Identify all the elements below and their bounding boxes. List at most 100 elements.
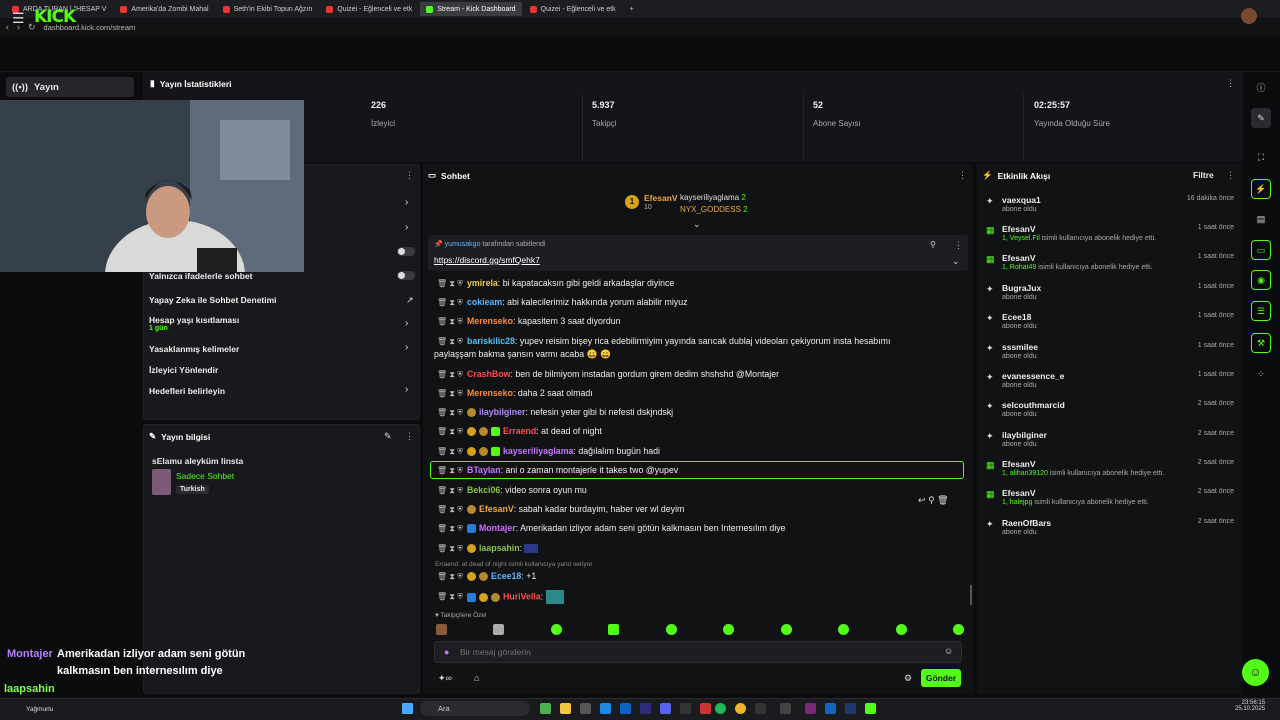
folder-icon[interactable] bbox=[560, 703, 571, 714]
back-icon[interactable]: ‹ bbox=[6, 22, 9, 32]
weather-label[interactable]: Yağmurlu bbox=[26, 706, 53, 713]
mod-icons[interactable]: 🗑 ⧗ ⛨ bbox=[437, 524, 463, 533]
menu-icon[interactable]: ☰ bbox=[12, 10, 25, 27]
mod-icons[interactable]: 🗑 ⧗ ⛨ bbox=[437, 505, 463, 514]
mod-icons[interactable]: 🗑 ⧗ ⛨ bbox=[437, 427, 463, 436]
reply-icon[interactable]: ↩ bbox=[918, 495, 926, 505]
emote[interactable] bbox=[723, 624, 735, 635]
external-link-icon[interactable]: ↗ bbox=[406, 295, 414, 306]
info-icon[interactable]: ⓘ bbox=[1251, 77, 1271, 97]
emoji-icon[interactable]: ☺ bbox=[944, 646, 953, 656]
mic-icon[interactable]: ● bbox=[444, 647, 449, 657]
toggle[interactable] bbox=[397, 247, 415, 256]
taskbar-search[interactable]: Ara bbox=[420, 701, 530, 716]
more-icon[interactable]: ⋮ bbox=[1226, 170, 1235, 181]
chat-input[interactable] bbox=[460, 645, 930, 659]
clock[interactable]: 23:56:15 25.10.2025 bbox=[1235, 700, 1265, 712]
mod-icons[interactable]: 🗑 ⧗ ⛨ bbox=[437, 370, 463, 379]
gear-icon[interactable]: ⚙ bbox=[904, 673, 912, 684]
app-icon[interactable] bbox=[580, 703, 591, 714]
mod-icons[interactable]: 🗑 ⧗ ⛨ bbox=[437, 572, 463, 581]
pin-icon[interactable]: ⚲ bbox=[928, 495, 935, 505]
chevron-right-icon[interactable]: › bbox=[405, 318, 408, 329]
steam-icon[interactable] bbox=[845, 703, 856, 714]
filter-button[interactable]: Filtre bbox=[1193, 170, 1214, 180]
chevron-right-icon[interactable]: › bbox=[405, 222, 408, 233]
mod-icons[interactable]: 🗑 ⧗ ⛨ bbox=[437, 279, 463, 288]
top-gifter-name[interactable]: EfesanV bbox=[644, 193, 678, 203]
mod-icons[interactable]: 🗑 ⧗ ⛨ bbox=[437, 337, 463, 346]
emote[interactable] bbox=[665, 624, 677, 635]
send-button[interactable]: Gönder bbox=[921, 669, 961, 687]
more-icon[interactable]: ⋮ bbox=[1226, 78, 1235, 89]
mod-icons[interactable]: 🗑 ⧗ ⛨ bbox=[437, 298, 463, 307]
mod-icons[interactable]: 🗑 ⧗ ⛨ bbox=[437, 544, 463, 553]
mod-icons[interactable]: 🗑 ⧗ ⛨ bbox=[437, 592, 463, 601]
crop-icon[interactable]: ⛶ bbox=[1251, 147, 1271, 167]
chat-icon[interactable]: ▭ bbox=[1251, 240, 1271, 260]
browser-tab[interactable]: Amerika'da Zombi Mahal bbox=[114, 2, 214, 16]
gift-icon[interactable]: ✦∞ bbox=[438, 673, 452, 684]
support-button[interactable]: ☺ bbox=[1242, 659, 1269, 686]
kick-logo[interactable]: KICK bbox=[34, 7, 76, 27]
category-link[interactable]: Sadece Sohbet bbox=[176, 471, 234, 481]
emote[interactable] bbox=[952, 624, 964, 635]
emote[interactable] bbox=[436, 624, 447, 635]
more-icon[interactable]: ⋮ bbox=[958, 170, 967, 181]
page-icon[interactable]: ▤ bbox=[1251, 209, 1271, 229]
browser-tab-active[interactable]: Stream - Kick Dashboard bbox=[420, 2, 522, 16]
store-icon[interactable]: ⌂ bbox=[474, 673, 479, 683]
setting-ai-moderation[interactable]: Yapay Zeka ile Sohbet Denetimi bbox=[149, 295, 277, 305]
spotify-icon[interactable] bbox=[715, 703, 726, 714]
mod-icons[interactable]: 🗑 ⧗ ⛨ bbox=[437, 486, 463, 495]
windows-start-icon[interactable] bbox=[402, 703, 413, 714]
emote[interactable] bbox=[493, 624, 505, 635]
toggle-emote-only[interactable] bbox=[397, 271, 415, 280]
mod-icons[interactable]: 🗑 ⧗ ⛨ bbox=[437, 447, 463, 456]
chrome-icon[interactable] bbox=[735, 703, 746, 714]
pin-icon[interactable]: ⚲ bbox=[930, 240, 936, 249]
setting-account-age[interactable]: Hesap yaşı kısıtlaması bbox=[149, 315, 239, 325]
new-tab-icon[interactable]: + bbox=[624, 2, 640, 16]
delete-icon[interactable]: 🗑 bbox=[937, 495, 948, 505]
setting-viewer-redirect[interactable]: İzleyici Yönlendir bbox=[149, 365, 218, 375]
emote[interactable] bbox=[838, 624, 850, 635]
browser-tab[interactable]: Quizei - Eğlenceli ve etk bbox=[320, 2, 418, 16]
lightning-icon[interactable]: ⚡ bbox=[1251, 179, 1271, 199]
add-widget-icon[interactable]: ⁘ bbox=[1251, 364, 1271, 384]
mod-icons[interactable]: 🗑 ⧗ ⛨ bbox=[437, 389, 463, 398]
more-icon[interactable]: ⋮ bbox=[405, 170, 414, 181]
stack-icon[interactable]: ☰ bbox=[1251, 301, 1271, 321]
broadcast-icon[interactable]: ◉ bbox=[1251, 270, 1271, 290]
xbox-icon[interactable] bbox=[540, 703, 551, 714]
edit-icon[interactable]: ✎ bbox=[384, 431, 392, 442]
app-icon[interactable] bbox=[780, 703, 791, 714]
emote[interactable] bbox=[780, 624, 792, 635]
app-icon[interactable] bbox=[755, 703, 766, 714]
browser-tab[interactable]: Quizei - Eğlenceli ve etk bbox=[524, 2, 622, 16]
setting-banned-words[interactable]: Yasaklanmış kelimeler bbox=[149, 344, 239, 354]
pinned-link[interactable]: https://discord.gg/smfQehk7 bbox=[434, 255, 540, 265]
chevron-right-icon[interactable]: › bbox=[405, 197, 408, 208]
mod-icons[interactable]: 🗑 ⧗ ⛨ bbox=[437, 466, 463, 475]
app-icon[interactable] bbox=[620, 703, 631, 714]
emote[interactable] bbox=[895, 624, 907, 635]
chevron-right-icon[interactable]: › bbox=[405, 384, 408, 395]
edit-icon[interactable]: ✎ bbox=[1251, 108, 1271, 128]
app-icon[interactable] bbox=[700, 703, 711, 714]
obs-icon[interactable] bbox=[805, 703, 816, 714]
premiere-icon[interactable] bbox=[640, 703, 651, 714]
chevron-down-icon[interactable]: ⌄ bbox=[952, 256, 960, 267]
wrench-icon[interactable]: ⚒ bbox=[1251, 333, 1271, 353]
more-icon[interactable]: ⋮ bbox=[954, 240, 963, 251]
app-icon[interactable] bbox=[680, 703, 691, 714]
chevron-right-icon[interactable]: › bbox=[405, 342, 408, 353]
avatar[interactable] bbox=[1241, 8, 1257, 24]
edge-icon[interactable] bbox=[600, 703, 611, 714]
discord-icon[interactable] bbox=[660, 703, 671, 714]
more-icon[interactable]: ⋮ bbox=[405, 431, 414, 442]
setting-goals[interactable]: Hedefleri belirleyin bbox=[149, 386, 225, 396]
browser-tab[interactable]: Seth'in Ekibi Topun Ağzın bbox=[217, 2, 319, 16]
kick-app-icon[interactable] bbox=[865, 703, 876, 714]
emote[interactable] bbox=[608, 624, 620, 635]
